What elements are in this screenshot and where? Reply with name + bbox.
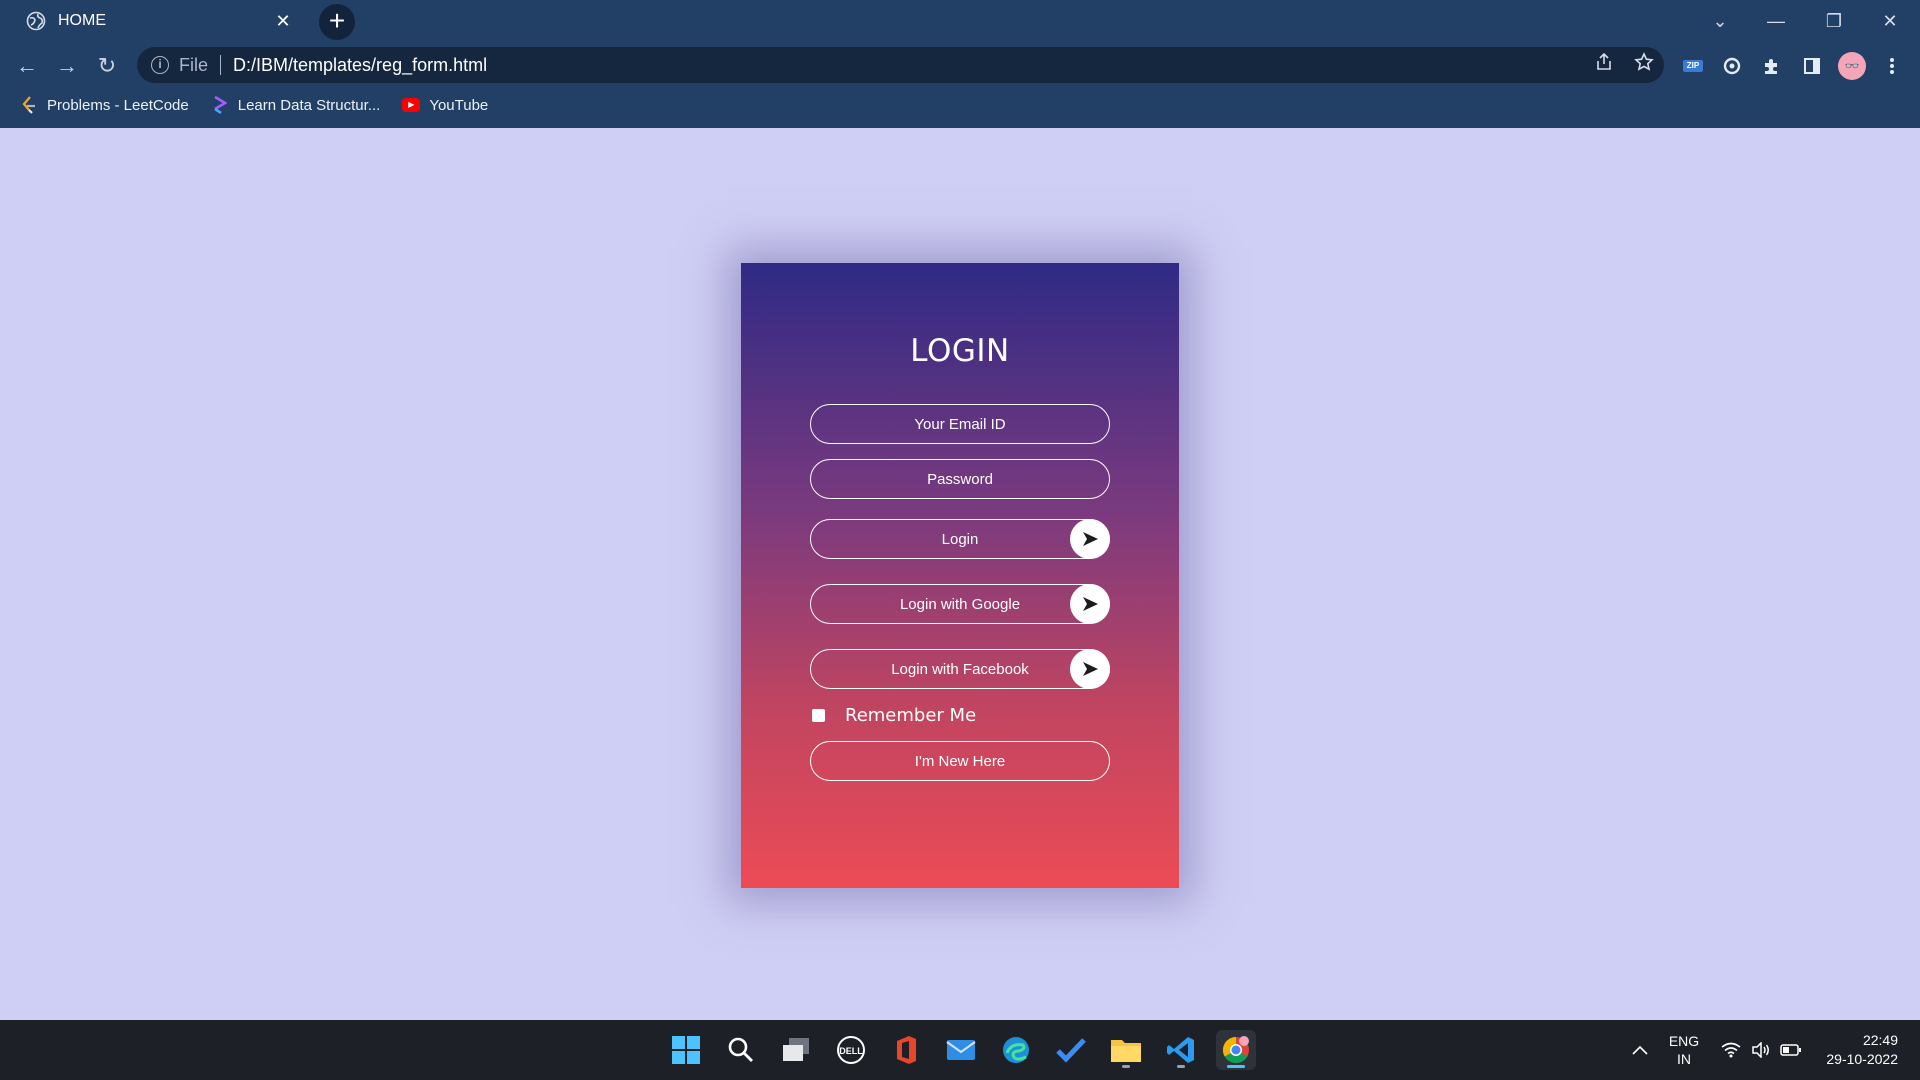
tab-search-icon[interactable]: ⌄ bbox=[1692, 0, 1748, 42]
edge-icon[interactable] bbox=[996, 1030, 1036, 1070]
battery-icon[interactable] bbox=[1776, 1020, 1806, 1080]
clock[interactable]: 22:49 29-10-2022 bbox=[1818, 1020, 1898, 1080]
codestudio-icon bbox=[211, 96, 229, 114]
running-indicator bbox=[1177, 1065, 1185, 1068]
new-here-button[interactable]: I'm New Here bbox=[810, 741, 1110, 781]
tab-strip: HOME ✕ + ⌄ — ❐ ✕ bbox=[0, 0, 1920, 42]
arrow-right-icon bbox=[1070, 584, 1110, 624]
chrome-icon[interactable] bbox=[1216, 1030, 1256, 1070]
url-scheme: File bbox=[179, 54, 209, 75]
file-explorer-icon[interactable] bbox=[1106, 1030, 1146, 1070]
clock-time: 22:49 bbox=[1862, 1032, 1898, 1048]
search-icon[interactable] bbox=[721, 1030, 761, 1070]
active-indicator bbox=[1227, 1065, 1245, 1068]
remember-me-row: Remember Me bbox=[810, 705, 976, 726]
puzzle-extensions-icon[interactable] bbox=[1758, 52, 1786, 80]
tab-title: HOME bbox=[58, 12, 106, 29]
task-view-icon[interactable] bbox=[776, 1030, 816, 1070]
new-here-label: I'm New Here bbox=[914, 752, 1006, 770]
restore-icon[interactable]: ❐ bbox=[1806, 0, 1862, 42]
language-indicator[interactable]: ENG IN bbox=[1660, 1020, 1708, 1080]
side-panel-icon[interactable] bbox=[1798, 52, 1826, 80]
remember-me-checkbox[interactable] bbox=[812, 709, 825, 722]
share-icon[interactable] bbox=[1584, 52, 1624, 78]
login-button-label: Login bbox=[941, 530, 979, 548]
avatar-glasses-icon: 👓 bbox=[1838, 52, 1866, 80]
arrow-right-icon bbox=[1070, 519, 1110, 559]
bookmark-star-icon[interactable] bbox=[1624, 52, 1664, 78]
extension-icon[interactable] bbox=[1718, 52, 1746, 80]
show-hidden-icons-icon[interactable] bbox=[1622, 1020, 1658, 1080]
svg-text:DELL: DELL bbox=[839, 1046, 863, 1056]
wifi-icon[interactable] bbox=[1716, 1020, 1746, 1080]
facebook-login-label: Login with Facebook bbox=[891, 660, 1029, 678]
tab-home[interactable]: HOME ✕ bbox=[8, 0, 306, 42]
bookmark-codestudio[interactable]: Learn Data Structur... bbox=[211, 96, 381, 114]
menu-kebab-icon[interactable] bbox=[1878, 52, 1906, 80]
reload-icon[interactable]: ↻ bbox=[91, 50, 123, 82]
mail-icon[interactable] bbox=[941, 1030, 981, 1070]
google-login-button[interactable]: Login with Google bbox=[810, 584, 1110, 624]
bookmark-label: Learn Data Structur... bbox=[237, 96, 381, 114]
back-icon[interactable]: ← bbox=[11, 50, 43, 82]
bookmark-leetcode[interactable]: Problems - LeetCode bbox=[20, 96, 189, 114]
zip-extension-icon[interactable]: ZIP bbox=[1679, 52, 1707, 80]
forward-icon[interactable]: → bbox=[51, 50, 83, 82]
scheme-separator bbox=[220, 55, 222, 75]
minimize-icon[interactable]: — bbox=[1748, 0, 1804, 42]
address-bar[interactable]: i File D:/IBM/templates/reg_form.html bbox=[137, 47, 1664, 83]
language-region: IN bbox=[1677, 1051, 1691, 1067]
youtube-icon: ▶ bbox=[402, 96, 421, 114]
email-input[interactable] bbox=[810, 404, 1110, 444]
globe-icon bbox=[26, 11, 46, 31]
profile-avatar[interactable]: 👓 bbox=[1838, 52, 1866, 80]
site-info-icon[interactable]: i bbox=[151, 56, 169, 74]
url-text[interactable]: D:/IBM/templates/reg_form.html bbox=[233, 55, 1584, 76]
dell-icon[interactable]: DELL bbox=[831, 1030, 871, 1070]
tab-close-icon[interactable]: ✕ bbox=[272, 11, 294, 32]
windows-start-icon[interactable] bbox=[666, 1030, 706, 1070]
clock-date: 29-10-2022 bbox=[1826, 1051, 1898, 1067]
leetcode-icon bbox=[20, 96, 38, 114]
todo-icon[interactable] bbox=[1051, 1030, 1091, 1070]
password-input[interactable] bbox=[810, 459, 1110, 499]
facebook-login-button[interactable]: Login with Facebook bbox=[810, 649, 1110, 689]
language-code: ENG bbox=[1668, 1033, 1700, 1049]
windows-taskbar: DELL ENG IN 22:49 29-10-2022 bbox=[0, 1020, 1920, 1080]
login-button[interactable]: Login bbox=[810, 519, 1110, 559]
vscode-icon[interactable] bbox=[1161, 1030, 1201, 1070]
volume-icon[interactable] bbox=[1746, 1020, 1776, 1080]
running-indicator bbox=[1122, 1065, 1130, 1068]
close-window-icon[interactable]: ✕ bbox=[1862, 0, 1918, 42]
remember-me-label[interactable]: Remember Me bbox=[845, 705, 976, 726]
bookmark-youtube[interactable]: ▶ YouTube bbox=[402, 96, 488, 114]
browser-chrome: HOME ✕ + ⌄ — ❐ ✕ ← → ↻ i File D:/IBM/tem… bbox=[0, 0, 1920, 128]
bookmark-label: YouTube bbox=[429, 96, 489, 114]
bookmark-label: Problems - LeetCode bbox=[47, 96, 189, 114]
arrow-right-icon bbox=[1070, 649, 1110, 689]
office-icon[interactable] bbox=[886, 1030, 926, 1070]
browser-toolbar: ← → ↻ i File D:/IBM/templates/reg_form.h… bbox=[0, 42, 1920, 88]
login-card: LOGIN Login Login with Google Login with… bbox=[741, 263, 1179, 888]
new-tab-button[interactable]: + bbox=[319, 4, 355, 40]
login-title: LOGIN bbox=[910, 333, 1010, 369]
google-login-label: Login with Google bbox=[899, 595, 1021, 613]
bookmarks-bar: Problems - LeetCode Learn Data Structur.… bbox=[0, 88, 1920, 122]
